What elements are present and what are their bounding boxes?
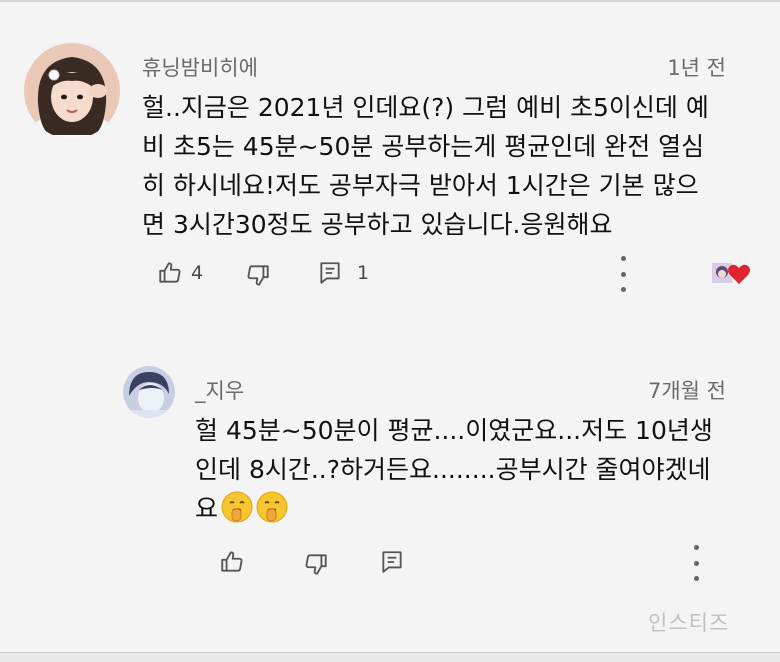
comment-more-button[interactable]: [613, 256, 633, 292]
reply-icon: [320, 262, 340, 284]
top-divider: [0, 0, 780, 2]
comment-text: 헐..지금은 2021년 인데요(?) 그럼 예비 초5이신데 예 비 초5는 …: [142, 88, 709, 244]
more-vert-icon: [693, 545, 699, 550]
creator-heart-icon: [711, 260, 751, 286]
comment-time: 1년 전: [667, 56, 726, 80]
shushing-face-emoji: [256, 491, 288, 534]
reply-text-line: 요: [195, 489, 713, 534]
comment-reply-count: 1: [357, 262, 370, 284]
comment-avatar[interactable]: [24, 43, 120, 139]
comment-text-line: 면 3시간30정도 공부하고 있습니다.응원해요: [142, 210, 613, 239]
comment-text-line: 헐..지금은 2021년 인데요(?) 그럼 예비 초5이신데 예: [142, 93, 709, 122]
thumbs-down-icon: [247, 265, 269, 286]
watermark: 인스티즈: [648, 611, 730, 635]
comment-author[interactable]: 휴닝밤비히에: [142, 52, 258, 82]
thumbs-up-icon: [221, 551, 243, 572]
reply-icon: [382, 551, 402, 573]
comment-reply-button[interactable]: 1: [317, 260, 369, 286]
comment-text-line: 히 하시네요!저도 공부자극 받아서 1시간은 기본 많으: [142, 171, 699, 200]
reply-text-line: 인데 8시간..?하거든요........공부시간 줄여야겠네: [195, 455, 711, 484]
reply-more-button[interactable]: [686, 545, 706, 581]
reply-avatar[interactable]: [123, 366, 175, 418]
shushing-face-emoji: [221, 491, 253, 534]
thumbs-up-icon: [159, 262, 181, 283]
comment-like-count: 4: [191, 262, 204, 284]
reply-text-line: 헐 45분~50분이 평균....이였군요...저도 10년생: [195, 416, 713, 445]
reply-dislike-button[interactable]: [303, 551, 329, 577]
reply-time: 7개월 전: [648, 379, 726, 403]
reply-like-button[interactable]: [219, 549, 245, 575]
reply-author[interactable]: _지우: [195, 375, 244, 405]
comment-dislike-button[interactable]: [245, 262, 271, 288]
more-vert-icon: [620, 256, 626, 261]
reply-reply-button[interactable]: [379, 549, 405, 575]
reply-text: 헐 45분~50분이 평균....이였군요...저도 10년생 인데 8시간..…: [195, 411, 713, 534]
comment-like-button[interactable]: 4: [157, 260, 203, 286]
comment-text-line: 비 초5는 45분~50분 공부하는게 평균인데 완전 열심: [142, 132, 705, 161]
thumbs-down-icon: [305, 554, 327, 575]
